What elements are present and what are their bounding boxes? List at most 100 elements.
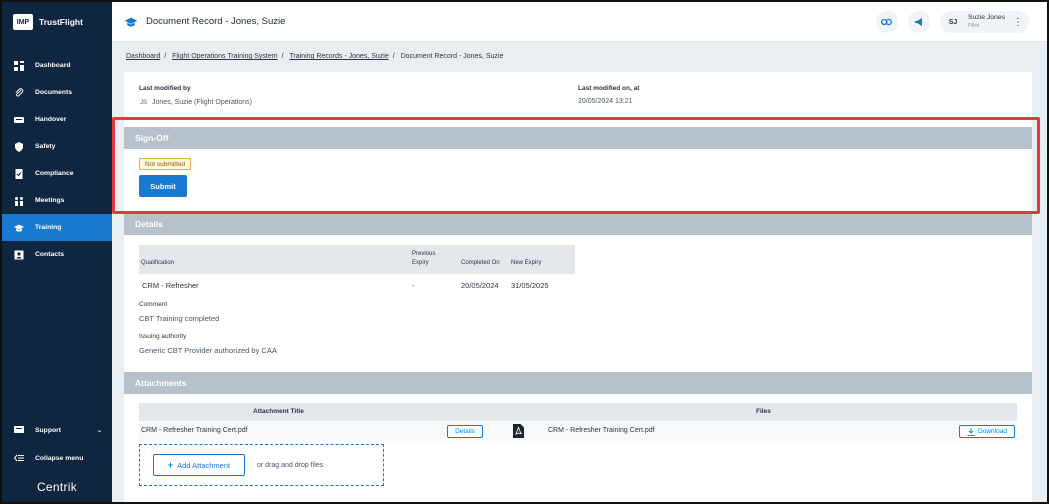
top-bar: Document Record - Jones, Suzie SJ Suzie … (112, 2, 1047, 42)
attachment-dropzone[interactable]: + Add Attachment or drag and drop files (139, 444, 384, 486)
download-label: Download (978, 428, 1007, 435)
col-completed-on: Completed On (461, 260, 500, 266)
sidebar-item-label: Support (35, 426, 62, 434)
sidebar-item-meetings[interactable]: Meetings (2, 187, 112, 214)
more-vert-icon[interactable]: ⋮ (1013, 17, 1023, 28)
paperclip-icon (14, 87, 24, 98)
sidebar-item-dashboard[interactable]: Dashboard (2, 52, 112, 79)
issuing-authority-value: Generic CBT Provider authorized by CAA (139, 346, 277, 355)
handover-icon (14, 115, 24, 125)
details-button[interactable]: Details (447, 425, 483, 438)
centrik-logo: Centrik (36, 480, 78, 494)
qualification-cell: CRM - Refresher (142, 281, 199, 290)
link-button[interactable] (875, 11, 898, 33)
previous-expiry-cell: - (412, 281, 415, 290)
sidebar-item-label: Dashboard (35, 62, 71, 69)
modified-by-label: Last modified by (139, 85, 191, 92)
attachments-section-header: Attachments (124, 372, 1032, 394)
add-attachment-button[interactable]: + Add Attachment (153, 454, 245, 476)
completed-on-cell: 20/05/2024 (461, 281, 499, 290)
sidebar-item-handover[interactable]: Handover (2, 106, 112, 133)
announcements-button[interactable] (907, 11, 930, 33)
plus-icon: + (167, 460, 174, 470)
issuing-authority-label: Issuing authority (139, 333, 187, 340)
user-role: Pilot (967, 22, 980, 29)
brand[interactable]: IMP TrustFlight (2, 2, 112, 42)
download-icon (967, 427, 975, 436)
support-icon (14, 425, 24, 435)
details-table-header: Qualification Previous Expiry Completed … (139, 245, 575, 274)
drop-hint: or drag and drop files (257, 462, 324, 469)
sidebar-item-label: Contacts (35, 251, 65, 258)
download-button[interactable]: Download (959, 425, 1015, 438)
col-expiry: Expiry (412, 260, 429, 266)
imp-logo: IMP (13, 14, 33, 30)
sidebar-item-safety[interactable]: Safety (2, 133, 112, 160)
compliance-icon (14, 168, 24, 179)
sidebar-item-contacts[interactable]: Contacts (2, 241, 112, 268)
modified-by-name: Jones, Suzie (Flight Operations) (152, 99, 253, 106)
collapse-menu-button[interactable]: Collapse menu (2, 444, 112, 472)
shield-icon (14, 141, 24, 152)
table-row: CRM - Refresher Training Cert.pdf Detail… (139, 421, 1017, 441)
breadcrumb: Dashboard / Flight Operations Training Sy… (126, 53, 504, 60)
contacts-icon (14, 250, 24, 260)
col-qualification: Qualification (141, 260, 175, 266)
app-window: IMP TrustFlight Dashboard Documents Hand… (0, 0, 1049, 504)
dashboard-icon (14, 60, 24, 71)
col-files: Files (756, 408, 771, 415)
link-icon (881, 18, 893, 26)
pdf-icon[interactable] (513, 424, 524, 440)
breadcrumb-current: Document Record - Jones, Suzie (400, 53, 504, 60)
modified-by-value: JS Jones, Suzie (Flight Operations) (140, 99, 252, 106)
megaphone-icon (914, 18, 922, 26)
sidebar-item-label: Handover (35, 116, 67, 123)
breadcrumb-link-training-records[interactable]: Training Records - Jones, Suzie (289, 53, 388, 60)
details-section-header: Details (124, 212, 1032, 235)
table-row: CRM - Refresher - 20/05/2024 31/05/2025 (139, 274, 575, 296)
sidebar-item-documents[interactable]: Documents (2, 79, 112, 106)
signoff-section-header: Sign-Off (124, 127, 1032, 149)
sidebar-item-label: Meetings (35, 197, 65, 204)
breadcrumb-link-fots[interactable]: Flight Operations Training System (172, 53, 277, 60)
sidebar-item-training[interactable]: Training (2, 214, 112, 241)
sidebar-item-label: Training (35, 224, 62, 231)
chevron-down-icon: ⌄ (96, 427, 102, 434)
brand-name: TrustFlight (39, 17, 83, 27)
details-table: Qualification Previous Expiry Completed … (139, 245, 575, 296)
modified-on-value: 20/05/2024 13:21 (578, 98, 633, 105)
sidebar-item-compliance[interactable]: Compliance (2, 160, 112, 187)
sidebar-nav: Dashboard Documents Handover Safety Comp… (2, 52, 112, 268)
graduation-cap-icon (14, 223, 24, 233)
comment-value: CBT Training completed (139, 314, 220, 323)
col-previous: Previous (412, 251, 436, 257)
sidebar: IMP TrustFlight Dashboard Documents Hand… (2, 2, 112, 502)
modified-on-label: Last modified on, at (578, 85, 640, 92)
user-info: Suzie Jones Pilot (967, 13, 1005, 30)
breadcrumb-link-dashboard[interactable]: Dashboard (126, 53, 160, 60)
user-name: Suzie Jones (967, 13, 1005, 21)
collapse-icon (14, 453, 24, 463)
attachment-title: CRM - Refresher Training Cert.pdf (141, 427, 248, 434)
meetings-icon (14, 196, 24, 206)
document-record-card: Last modified by JS Jones, Suzie (Flight… (124, 72, 1032, 502)
new-expiry-cell: 31/05/2025 (511, 281, 549, 290)
modified-by-initials: JS (140, 99, 148, 106)
page-title: Document Record - Jones, Suzie (146, 16, 286, 27)
sidebar-item-label: Compliance (35, 170, 74, 177)
top-actions: SJ Suzie Jones Pilot ⋮ (875, 11, 1029, 33)
submit-button[interactable]: Submit (139, 175, 187, 197)
sidebar-item-label: Safety (35, 143, 56, 150)
add-attachment-label: Add Attachment (177, 460, 231, 470)
sidebar-item-label: Collapse menu (35, 454, 84, 462)
status-badge: Not submitted (139, 158, 192, 170)
sidebar-bottom: Support ⌄ Collapse menu Centrik (2, 416, 112, 502)
file-name[interactable]: CRM - Refresher Training Cert.pdf (548, 427, 655, 434)
col-new-expiry: New Expiry (511, 260, 542, 266)
avatar: SJ (948, 18, 958, 26)
sidebar-item-label: Documents (35, 89, 73, 96)
attachments-table-header: Attachment Title Files (139, 403, 1017, 421)
sidebar-item-support[interactable]: Support ⌄ (2, 416, 112, 444)
user-menu[interactable]: SJ Suzie Jones Pilot ⋮ (939, 11, 1029, 33)
comment-label: Comment (139, 301, 168, 308)
